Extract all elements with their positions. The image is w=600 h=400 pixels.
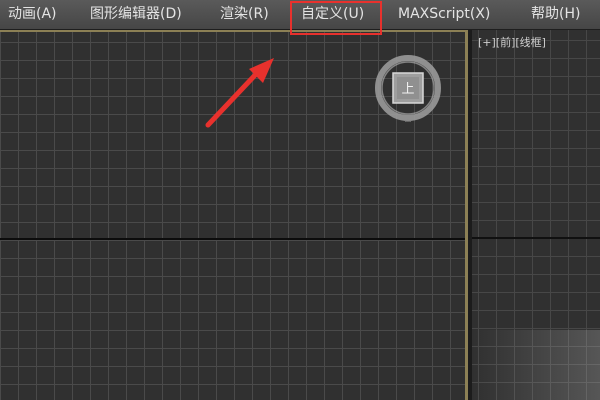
viewport-horizon-line	[472, 237, 600, 239]
menu-maxscript[interactable]: MAXScript(X)	[398, 0, 490, 29]
front-viewport[interactable]: [+][前][线框]	[472, 30, 600, 400]
svg-text:上: 上	[401, 82, 414, 97]
viewport-fade	[472, 330, 600, 400]
menu-graph-editors[interactable]: 图形编辑器(D)	[90, 0, 182, 29]
viewport-horizon-line	[0, 238, 465, 240]
menu-bar: 动画(A) 图形编辑器(D) 渲染(R) 自定义(U) MAXScript(X)…	[0, 0, 600, 30]
svg-text:南: 南	[405, 118, 412, 122]
menu-help[interactable]: 帮助(H)	[531, 0, 580, 29]
pointer-arrow-icon	[205, 58, 274, 128]
menu-rendering[interactable]: 渲染(R)	[220, 0, 269, 29]
menu-animation[interactable]: 动画(A)	[8, 0, 57, 29]
viewport-label[interactable]: [+][前][线框]	[478, 34, 546, 50]
menu-customize[interactable]: 自定义(U)	[301, 0, 364, 29]
viewcube-icon[interactable]: 上 南	[373, 52, 443, 122]
